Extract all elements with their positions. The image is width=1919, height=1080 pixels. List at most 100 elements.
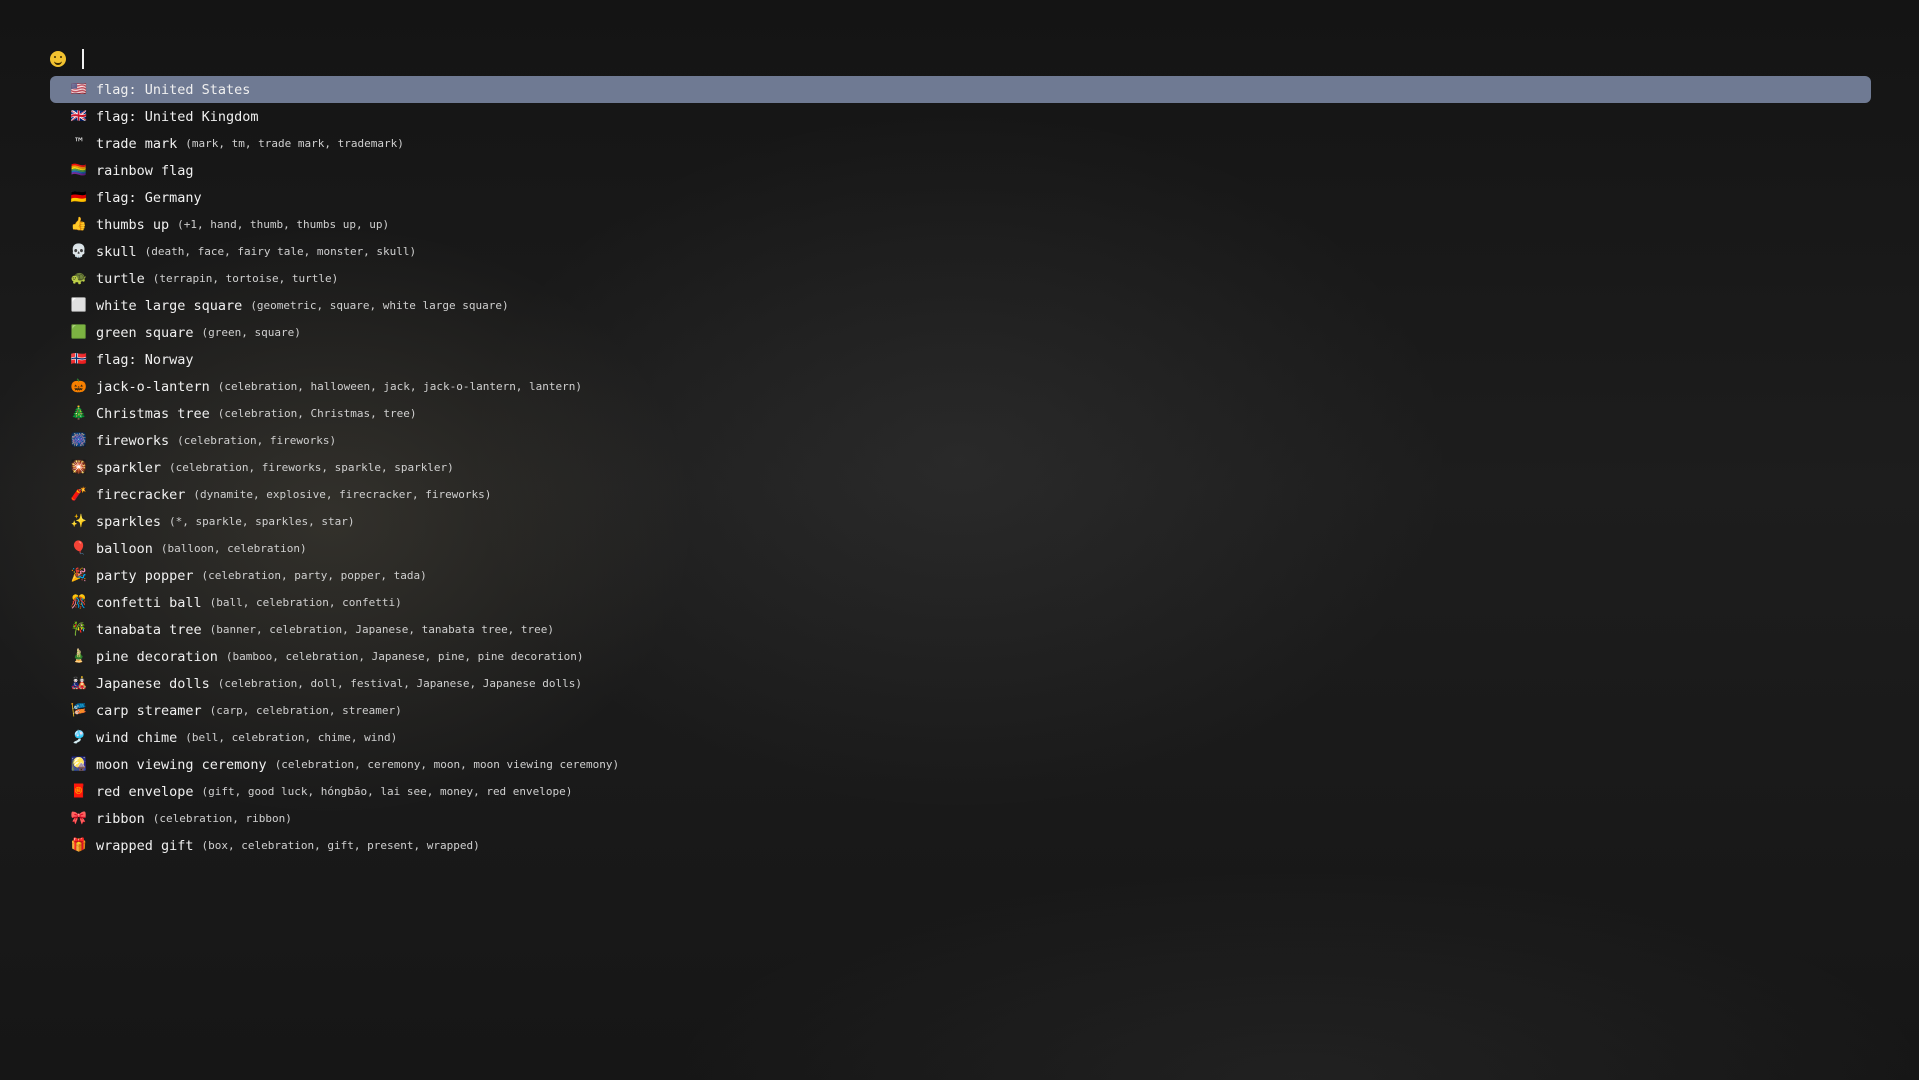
- emoji-glyph-icon: 🎐: [70, 730, 88, 745]
- emoji-keywords: (celebration, doll, festival, Japanese, …: [217, 677, 583, 690]
- emoji-name: jack-o-lantern: [96, 378, 210, 395]
- emoji-keywords: (*, sparkle, sparkles, star): [169, 515, 355, 528]
- emoji-name: Christmas tree: [96, 405, 210, 422]
- list-item[interactable]: 🎊 confetti ball (ball, celebration, confet…: [50, 589, 1871, 616]
- emoji-glyph-icon: 🎋: [70, 622, 88, 637]
- list-item[interactable]: 🎄 Christmas tree (celebration, Christmas, …: [50, 400, 1871, 427]
- emoji-glyph-icon: ✨: [70, 514, 88, 529]
- list-item[interactable]: 🎀 ribbon (celebration, ribbon): [50, 805, 1871, 832]
- emoji-name: wind chime: [96, 729, 178, 746]
- emoji-name: flag: United States: [96, 81, 251, 98]
- emoji-keywords: (bamboo, celebration, Japanese, pine, pi…: [225, 650, 584, 663]
- emoji-glyph-icon: 🐢: [70, 271, 88, 286]
- emoji-keywords: (celebration, party, popper, tada): [201, 569, 427, 582]
- emoji-glyph-icon: 🇳🇴: [70, 352, 88, 367]
- emoji-keywords: (celebration, ribbon): [152, 812, 292, 825]
- list-item[interactable]: ™ trade mark (mark, tm, trade mark, tradem…: [50, 130, 1871, 157]
- emoji-keywords: (terrapin, tortoise, turtle): [152, 272, 339, 285]
- list-item[interactable]: 🎆 fireworks (celebration, fireworks): [50, 427, 1871, 454]
- emoji-glyph-icon: 🎄: [70, 406, 88, 421]
- emoji-name: tanabata tree: [96, 621, 202, 638]
- list-item[interactable]: 🧧 red envelope (gift, good luck, hóngbāo, …: [50, 778, 1871, 805]
- search-bar[interactable]: [50, 46, 1871, 72]
- emoji-name: Japanese dolls: [96, 675, 210, 692]
- emoji-glyph-icon: 🎃: [70, 379, 88, 394]
- emoji-glyph-icon: 🎊: [70, 595, 88, 610]
- emoji-glyph-icon: ™: [75, 136, 83, 151]
- emoji-name: trade mark: [96, 135, 178, 152]
- emoji-keywords: (banner, celebration, Japanese, tanabata…: [209, 623, 555, 636]
- emoji-glyph-icon: 🇩🇪: [70, 190, 88, 205]
- emoji-name: flag: Norway: [96, 351, 194, 368]
- emoji-name: sparkles: [96, 513, 162, 530]
- emoji-name: flag: United Kingdom: [96, 108, 259, 125]
- emoji-name: fireworks: [96, 432, 170, 449]
- emoji-keywords: (dynamite, explosive, firecracker, firew…: [193, 488, 492, 501]
- emoji-name: confetti ball: [96, 594, 202, 611]
- emoji-glyph-icon: 🏳️‍🌈: [70, 163, 88, 178]
- emoji-keywords: (celebration, fireworks): [177, 434, 337, 447]
- emoji-glyph-icon: 💀: [70, 244, 88, 259]
- emoji-keywords: (box, celebration, gift, present, wrappe…: [201, 839, 480, 852]
- emoji-glyph-icon: ⬜: [70, 298, 88, 313]
- list-item[interactable]: 🎏 carp streamer (carp, celebration, stream…: [50, 697, 1871, 724]
- emoji-glyph-icon: 🇺🇸: [70, 82, 88, 97]
- emoji-keywords: (gift, good luck, hóngbāo, lai see, mone…: [201, 785, 573, 798]
- list-item-selected[interactable]: 🇺🇸 flag: United States: [50, 76, 1871, 103]
- emoji-keywords: (celebration, ceremony, moon, moon viewi…: [274, 758, 620, 771]
- emoji-glyph-icon: 🎈: [70, 541, 88, 556]
- emoji-glyph-icon: 👍: [70, 217, 88, 232]
- list-item[interactable]: 🧨 firecracker (dynamite, explosive, firecr…: [50, 481, 1871, 508]
- emoji-glyph-icon: 🧧: [70, 784, 88, 799]
- emoji-name: pine decoration: [96, 648, 218, 665]
- list-item[interactable]: 🇬🇧 flag: United Kingdom: [50, 103, 1871, 130]
- emoji-glyph-icon: 🎍: [70, 649, 88, 664]
- list-item[interactable]: 🎁 wrapped gift (box, celebration, gift, pr…: [50, 832, 1871, 859]
- emoji-name: carp streamer: [96, 702, 202, 719]
- emoji-keywords: (+1, hand, thumb, thumbs up, up): [177, 218, 390, 231]
- list-item[interactable]: 🇳🇴 flag: Norway: [50, 346, 1871, 373]
- emoji-glyph-icon: 🎎: [70, 676, 88, 691]
- list-item[interactable]: 💀 skull (death, face, fairy tale, monster,…: [50, 238, 1871, 265]
- list-item[interactable]: 🐢 turtle (terrapin, tortoise, turtle): [50, 265, 1871, 292]
- search-input[interactable]: [82, 49, 684, 69]
- list-item[interactable]: 👍 thumbs up (+1, hand, thumb, thumbs up, u…: [50, 211, 1871, 238]
- emoji-keywords: (green, square): [201, 326, 301, 339]
- list-item[interactable]: ✨ sparkles (*, sparkle, sparkles, star): [50, 508, 1871, 535]
- smiley-icon: [50, 51, 66, 67]
- list-item[interactable]: 🎇 sparkler (celebration, fireworks, sparkl…: [50, 454, 1871, 481]
- emoji-name: skull: [96, 243, 137, 260]
- emoji-name: red envelope: [96, 783, 194, 800]
- emoji-glyph-icon: 🎇: [70, 460, 88, 475]
- list-item[interactable]: 🎐 wind chime (bell, celebration, chime, wi…: [50, 724, 1871, 751]
- emoji-name: firecracker: [96, 486, 186, 503]
- emoji-name: sparkler: [96, 459, 162, 476]
- list-item[interactable]: 🎑 moon viewing ceremony (celebration, cere…: [50, 751, 1871, 778]
- list-item[interactable]: 🎃 jack-o-lantern (celebration, halloween, …: [50, 373, 1871, 400]
- emoji-name: turtle: [96, 270, 145, 287]
- emoji-name: ribbon: [96, 810, 145, 827]
- emoji-keywords: (balloon, celebration): [160, 542, 307, 555]
- emoji-name: moon viewing ceremony: [96, 756, 267, 773]
- list-item[interactable]: 🎈 balloon (balloon, celebration): [50, 535, 1871, 562]
- emoji-keywords: (celebration, halloween, jack, jack-o-la…: [217, 380, 583, 393]
- emoji-glyph-icon: 🧨: [70, 487, 88, 502]
- emoji-glyph-icon: 🎑: [70, 757, 88, 772]
- emoji-glyph-icon: 🇬🇧: [70, 109, 88, 124]
- emoji-glyph-icon: 🎆: [70, 433, 88, 448]
- emoji-keywords: (celebration, Christmas, tree): [217, 407, 417, 420]
- list-item[interactable]: 🇩🇪 flag: Germany: [50, 184, 1871, 211]
- emoji-glyph-icon: 🎏: [70, 703, 88, 718]
- emoji-glyph-icon: 🎉: [70, 568, 88, 583]
- emoji-keywords: (carp, celebration, streamer): [209, 704, 402, 717]
- list-item[interactable]: 🎉 party popper (celebration, party, popper…: [50, 562, 1871, 589]
- emoji-name: green square: [96, 324, 194, 341]
- list-item[interactable]: 🎎 Japanese dolls (celebration, doll, festi…: [50, 670, 1871, 697]
- list-item[interactable]: 🏳️‍🌈 rainbow flag: [50, 157, 1871, 184]
- list-item[interactable]: ⬜ white large square (geometric, square, w…: [50, 292, 1871, 319]
- emoji-keywords: (geometric, square, white large square): [250, 299, 509, 312]
- list-item[interactable]: 🟩 green square (green, square): [50, 319, 1871, 346]
- list-item[interactable]: 🎍 pine decoration (bamboo, celebration, Ja…: [50, 643, 1871, 670]
- list-item[interactable]: 🎋 tanabata tree (banner, celebration, Japa…: [50, 616, 1871, 643]
- emoji-name: wrapped gift: [96, 837, 194, 854]
